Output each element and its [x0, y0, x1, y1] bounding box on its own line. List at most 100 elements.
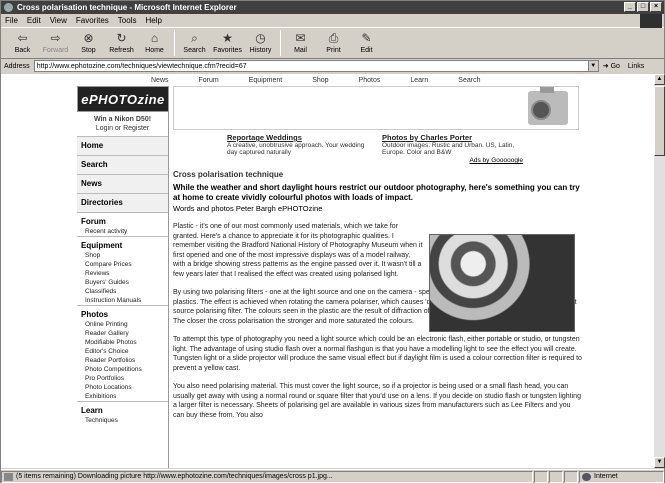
banner-ad[interactable] — [173, 86, 579, 130]
ads-by-link[interactable]: Ads by Gooooogle — [173, 157, 583, 164]
search-button[interactable]: ⌕ Search — [178, 29, 211, 57]
ad-item[interactable]: Photos by Charles Porter Outdoor images:… — [382, 133, 527, 156]
maximize-button[interactable]: □ — [637, 2, 649, 12]
go-button[interactable]: ➜ Go — [603, 62, 620, 71]
print-button[interactable]: ⎙ Print — [317, 29, 350, 57]
sidebar-item-techniques[interactable]: Techniques — [77, 416, 168, 425]
favorites-button[interactable]: ★ Favorites — [211, 29, 244, 57]
forward-button[interactable]: ⇨ Forward — [39, 29, 72, 57]
ad-title[interactable]: Reportage Weddings — [227, 133, 372, 142]
sidebar-item-photo-competitions[interactable]: Photo Competitions — [77, 365, 168, 374]
mail-icon: ✉ — [295, 31, 306, 45]
minimize-button[interactable]: _ — [624, 2, 636, 12]
security-zone: Internet — [579, 470, 664, 483]
site-logo[interactable]: ePHOTOzine — [77, 86, 169, 112]
topnav-equipment[interactable]: Equipment — [249, 77, 282, 84]
topnav-photos[interactable]: Photos — [359, 77, 381, 84]
sidebar-item-pro-portfolios[interactable]: Pro Portfolios — [77, 374, 168, 383]
topnav-forum[interactable]: Forum — [199, 77, 219, 84]
toolbar-separator — [280, 30, 281, 56]
ad-text: A creative, unobtrusive approach. Your w… — [227, 142, 365, 156]
edit-button[interactable]: ✎ Edit — [350, 29, 383, 57]
menu-file[interactable]: File — [5, 16, 18, 25]
favorites-icon: ★ — [222, 31, 233, 45]
article-paragraph-1: Plastic - it's one of our most commonly … — [173, 223, 423, 278]
status-cell — [534, 470, 548, 483]
address-input[interactable]: http://www.ephotozine.com/techniques/vie… — [33, 60, 599, 72]
refresh-icon: ↻ — [116, 31, 127, 45]
sidebar-item-reader-gallery[interactable]: Reader Gallery — [77, 329, 168, 338]
sidebar-item-classifieds[interactable]: Classifieds — [77, 287, 168, 296]
mail-button[interactable]: ✉ Mail — [284, 29, 317, 57]
sidebar-item-online-printing[interactable]: Online Printing — [77, 320, 168, 329]
scroll-thumb[interactable] — [654, 86, 665, 156]
links-button[interactable]: Links — [628, 63, 644, 70]
sidebar-item-compare-prices[interactable]: Compare Prices — [77, 260, 168, 269]
stop-button[interactable]: ⊗ Stop — [72, 29, 105, 57]
article-lede: While the weather and short daylight hou… — [173, 183, 580, 202]
menu-tools[interactable]: Tools — [118, 16, 137, 25]
sidebar-section-equipment[interactable]: Equipment — [77, 236, 168, 251]
toolbar-separator — [174, 30, 175, 56]
sidebar-item-shop[interactable]: Shop — [77, 251, 168, 260]
topnav-learn[interactable]: Learn — [410, 77, 428, 84]
sidebar-section-photos[interactable]: Photos — [77, 305, 168, 320]
sidebar-item-reviews[interactable]: Reviews — [77, 269, 168, 278]
status-cell — [564, 470, 578, 483]
ad-item[interactable]: Reportage Weddings A creative, unobtrusi… — [227, 133, 372, 156]
history-icon: ◷ — [255, 31, 266, 45]
menu-edit[interactable]: Edit — [27, 16, 41, 25]
browser-window: Cross polarisation technique - Microsoft… — [0, 0, 665, 483]
ie-logo-icon — [4, 3, 13, 12]
camera-image — [528, 87, 568, 125]
address-dropdown-icon[interactable]: ▼ — [587, 61, 598, 71]
topnav-shop[interactable]: Shop — [312, 77, 328, 84]
sidebar-home[interactable]: Home — [77, 136, 168, 155]
article-photo — [429, 234, 575, 332]
ad-title[interactable]: Photos by Charles Porter — [382, 133, 527, 142]
menu-favorites[interactable]: Favorites — [76, 16, 109, 25]
scroll-up-icon[interactable]: ▲ — [654, 74, 665, 85]
article-paragraph-4: You also need polarising material. This … — [173, 383, 581, 419]
promo-link[interactable]: Win a Nikon D50! — [77, 116, 168, 123]
sidebar-item-editors-choice[interactable]: Editor's Choice — [77, 347, 168, 356]
history-button[interactable]: ◷ History — [244, 29, 277, 57]
status-bar: (5 items remaining) Downloading picture … — [1, 469, 664, 483]
sidebar-item-instruction-manuals[interactable]: Instruction Manuals — [77, 296, 168, 305]
back-button[interactable]: ⇦ Back — [6, 29, 39, 57]
sidebar-search[interactable]: Search — [77, 155, 168, 174]
menu-view[interactable]: View — [50, 16, 67, 25]
sidebar-section-learn[interactable]: Learn — [77, 401, 168, 416]
vertical-scrollbar[interactable]: ▲ ▼ — [654, 74, 665, 468]
scroll-down-icon[interactable]: ▼ — [654, 457, 665, 468]
home-button[interactable]: ⌂ Home — [138, 29, 171, 57]
sidebar-item-recent-activity[interactable]: Recent activity — [77, 227, 168, 236]
sidebar-item-modifiable-photos[interactable]: Modifiable Photos — [77, 338, 168, 347]
topnav-search[interactable]: Search — [458, 77, 480, 84]
edit-icon: ✎ — [361, 31, 372, 45]
page-content: News Forum Equipment Shop Photos Learn S… — [1, 74, 654, 468]
forward-arrow-icon: ⇨ — [50, 31, 61, 45]
sidebar-item-photo-locations[interactable]: Photo Locations — [77, 383, 168, 392]
refresh-button[interactable]: ↻ Refresh — [105, 29, 138, 57]
article-byline: Words and photos Peter Bargh ePHOTOzine — [173, 204, 323, 213]
sidebar-section-forum[interactable]: Forum — [77, 212, 168, 227]
sidebar-news[interactable]: News — [77, 174, 168, 193]
menu-bar: File Edit View Favorites Tools Help — [1, 14, 664, 28]
sidebar-directories[interactable]: Directories — [77, 193, 168, 212]
menu-help[interactable]: Help — [145, 16, 161, 25]
address-label: Address — [4, 62, 30, 70]
article-paragraph-3: To attempt this type of photography you … — [173, 336, 582, 372]
login-link[interactable]: Login or Register — [77, 125, 168, 132]
topnav-news[interactable]: News — [151, 77, 169, 84]
address-bar: Address http://www.ephotozine.com/techni… — [1, 59, 664, 73]
status-message: (5 items remaining) Downloading picture … — [1, 470, 533, 483]
sidebar-item-buyers-guides[interactable]: Buyers' Guides — [77, 278, 168, 287]
right-column — [585, 86, 651, 468]
sidebar-item-reader-portfolios[interactable]: Reader Portfolios — [77, 356, 168, 365]
stop-icon: ⊗ — [83, 31, 94, 45]
page-loading-icon — [4, 472, 13, 481]
windows-logo-icon — [640, 14, 662, 28]
close-button[interactable]: × — [650, 2, 662, 12]
sidebar-item-exhibitions[interactable]: Exhibitions — [77, 392, 168, 401]
